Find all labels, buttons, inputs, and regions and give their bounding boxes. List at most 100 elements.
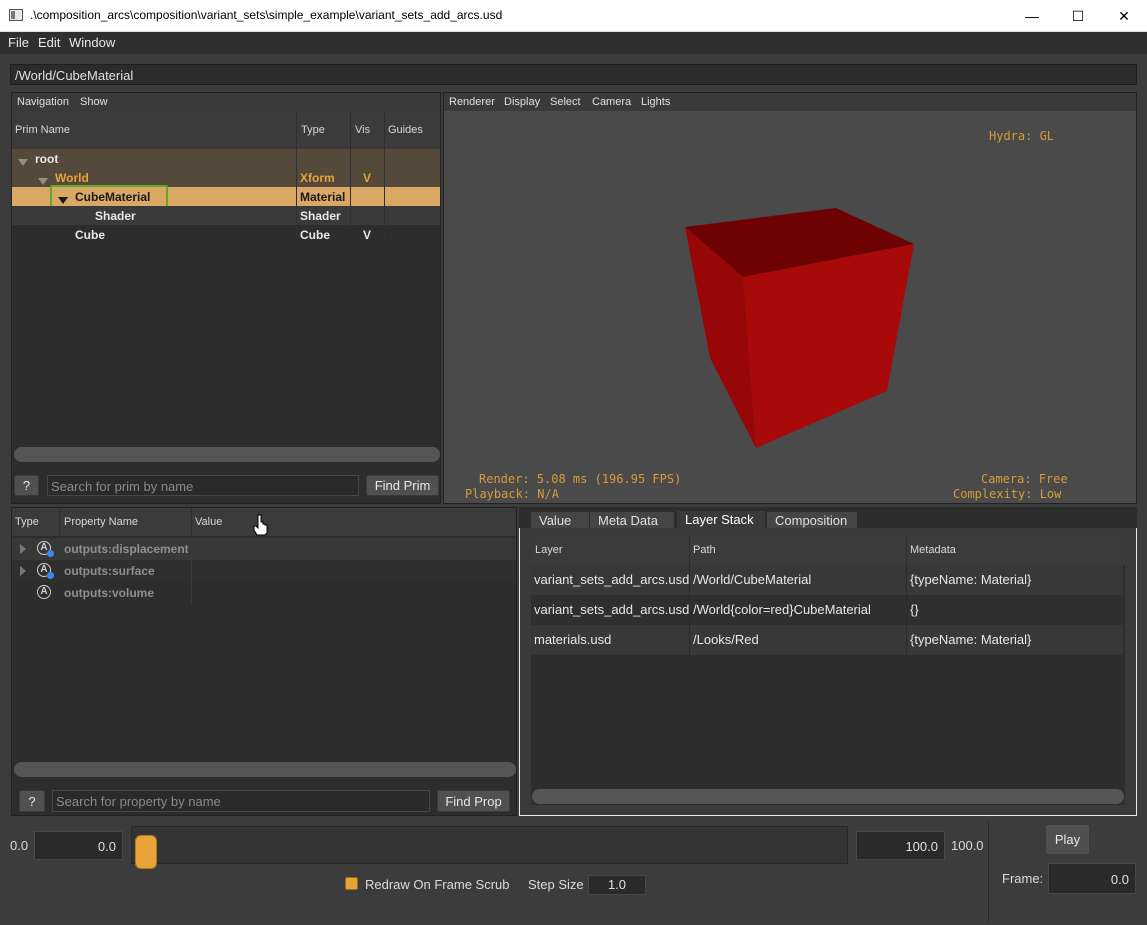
frame-slider-track[interactable] xyxy=(131,826,848,869)
menu-display[interactable]: Display xyxy=(504,96,540,108)
col-layer[interactable]: Layer xyxy=(535,544,563,556)
playback-stats: Playback: N/A xyxy=(465,487,559,501)
prim-type: Material xyxy=(300,190,346,204)
col-path[interactable]: Path xyxy=(693,544,716,556)
attribute-icon: A xyxy=(37,563,54,579)
col-metadata[interactable]: Metadata xyxy=(910,544,956,556)
frame-field[interactable]: 0.0 xyxy=(1048,863,1136,894)
prim-tree: root World Xform V CubeMaterial Material… xyxy=(12,149,440,244)
tab-layer-stack[interactable]: Layer Stack xyxy=(676,510,766,530)
menu-file[interactable]: File xyxy=(8,35,29,50)
prim-path-field[interactable]: /World/CubeMaterial xyxy=(10,64,1137,85)
frame-slider-handle[interactable] xyxy=(135,835,157,869)
menu-window[interactable]: Window xyxy=(69,35,115,50)
layer-name: materials.usd xyxy=(534,632,612,647)
inspector-panel: Value Meta Data Layer Stack Composition … xyxy=(519,507,1137,816)
layer-stack-header: Layer Path Metadata xyxy=(531,535,1125,565)
layer-stack-row[interactable]: variant_sets_add_arcs.usd /World{color=r… xyxy=(531,595,1123,625)
menu-renderer[interactable]: Renderer xyxy=(449,96,495,108)
col-value[interactable]: Value xyxy=(195,516,222,528)
col-type[interactable]: Type xyxy=(301,124,325,136)
play-button[interactable]: Play xyxy=(1045,824,1090,855)
cube-right-face xyxy=(743,244,914,448)
prim-horizontal-scrollbar[interactable] xyxy=(14,447,440,462)
start-frame-label: 0.0 xyxy=(10,838,29,853)
start-frame-field[interactable]: 0.0 xyxy=(34,831,123,860)
tab-meta-data[interactable]: Meta Data xyxy=(589,511,675,529)
attribute-icon: A xyxy=(37,585,51,599)
prim-vis[interactable]: V xyxy=(363,171,371,185)
prim-name: World xyxy=(55,171,89,185)
title-bar: .\composition_arcs\composition\variant_s… xyxy=(0,0,1147,32)
tree-row-shader[interactable]: Shader Shader xyxy=(12,206,440,225)
find-prop-button[interactable]: Find Prop xyxy=(437,790,510,812)
end-frame-field[interactable]: 100.0 xyxy=(856,831,945,860)
layer-stack-row[interactable]: materials.usd /Looks/Red {typeName: Mate… xyxy=(531,625,1123,655)
col-prop-type[interactable]: Type xyxy=(15,516,39,528)
complexity-stats: Complexity: Low xyxy=(953,487,1062,501)
find-prim-button[interactable]: Find Prim xyxy=(366,475,439,496)
menu-navigation[interactable]: Navigation xyxy=(17,96,69,108)
viewport-panel[interactable]: Renderer Display Select Camera Lights Hy… xyxy=(443,92,1137,504)
maximize-button[interactable]: ☐ xyxy=(1055,0,1101,32)
render-stats: Render: 5.08 ms (196.95 FPS) xyxy=(479,472,682,486)
step-size-field[interactable]: 1.0 xyxy=(588,875,646,895)
property-name: outputs:displacement xyxy=(64,542,189,556)
menu-edit[interactable]: Edit xyxy=(38,35,60,50)
col-prim-name[interactable]: Prim Name xyxy=(15,124,70,136)
layer-stack-row[interactable]: variant_sets_add_arcs.usd /World/CubeMat… xyxy=(531,565,1123,595)
menu-lights[interactable]: Lights xyxy=(641,96,670,108)
layer-name: variant_sets_add_arcs.usd xyxy=(534,572,690,587)
minimize-button[interactable]: — xyxy=(1009,0,1055,32)
redraw-checkbox[interactable] xyxy=(345,877,358,890)
prim-type: Shader xyxy=(300,209,341,223)
property-name: outputs:surface xyxy=(64,564,155,578)
layer-path: /Looks/Red xyxy=(693,632,759,647)
tab-composition[interactable]: Composition xyxy=(766,511,858,529)
renderer-label: Hydra: GL xyxy=(989,129,1055,143)
tree-row-root[interactable]: root xyxy=(12,149,440,168)
attribute-icon: A xyxy=(37,541,54,557)
redraw-label: Redraw On Frame Scrub xyxy=(365,877,510,892)
prim-browser-panel: Navigation Show Prim Name Type Vis Guide… xyxy=(11,92,441,504)
prim-search-input[interactable]: Search for prim by name xyxy=(47,475,359,496)
col-property-name[interactable]: Property Name xyxy=(64,516,138,528)
prim-name: Cube xyxy=(75,228,105,242)
menu-camera[interactable]: Camera xyxy=(592,96,631,108)
col-vis[interactable]: Vis xyxy=(355,124,370,136)
chevron-down-icon[interactable] xyxy=(18,155,28,169)
chevron-down-icon[interactable] xyxy=(58,193,68,207)
prim-type: Xform xyxy=(300,171,335,185)
chevron-right-icon[interactable] xyxy=(20,565,26,579)
divider xyxy=(988,822,989,922)
menu-show[interactable]: Show xyxy=(80,96,108,108)
tree-row-cube[interactable]: Cube Cube V xyxy=(12,225,440,244)
chevron-down-icon[interactable] xyxy=(38,174,48,188)
menu-select[interactable]: Select xyxy=(550,96,581,108)
property-horizontal-scrollbar[interactable] xyxy=(14,762,516,777)
property-row[interactable]: A outputs:displacement xyxy=(12,538,516,560)
property-help-button[interactable]: ? xyxy=(19,790,45,812)
layer-stack-scrollbar[interactable] xyxy=(532,789,1124,804)
end-frame-label: 100.0 xyxy=(951,838,984,853)
tree-row-cubematerial[interactable]: CubeMaterial Material xyxy=(12,185,440,208)
layer-metadata: {typeName: Material} xyxy=(910,572,1032,587)
layer-metadata: {} xyxy=(910,602,919,617)
prim-name: CubeMaterial xyxy=(75,190,151,204)
col-guides[interactable]: Guides xyxy=(388,124,423,136)
prim-help-button[interactable]: ? xyxy=(14,475,39,496)
property-search-input[interactable]: Search for property by name xyxy=(52,790,430,812)
close-button[interactable]: ✕ xyxy=(1101,0,1147,32)
tab-value[interactable]: Value xyxy=(530,511,590,529)
chevron-right-icon[interactable] xyxy=(20,543,26,557)
property-row[interactable]: A outputs:surface xyxy=(12,560,516,582)
prim-name: Shader xyxy=(95,209,136,223)
layer-metadata: {typeName: Material} xyxy=(910,632,1032,647)
timeline-bar: 0.0 0.0 100.0 100.0 Play Redraw On Frame… xyxy=(0,818,1147,925)
layer-stack-table: Layer Path Metadata variant_sets_add_arc… xyxy=(531,535,1125,805)
menu-bar: File Edit Window xyxy=(0,32,1147,54)
prim-vis[interactable]: V xyxy=(363,228,371,242)
property-row[interactable]: A outputs:volume xyxy=(12,582,516,604)
layer-name: variant_sets_add_arcs.usd xyxy=(534,602,690,617)
layer-stack-frame: Layer Path Metadata variant_sets_add_arc… xyxy=(519,528,1137,816)
